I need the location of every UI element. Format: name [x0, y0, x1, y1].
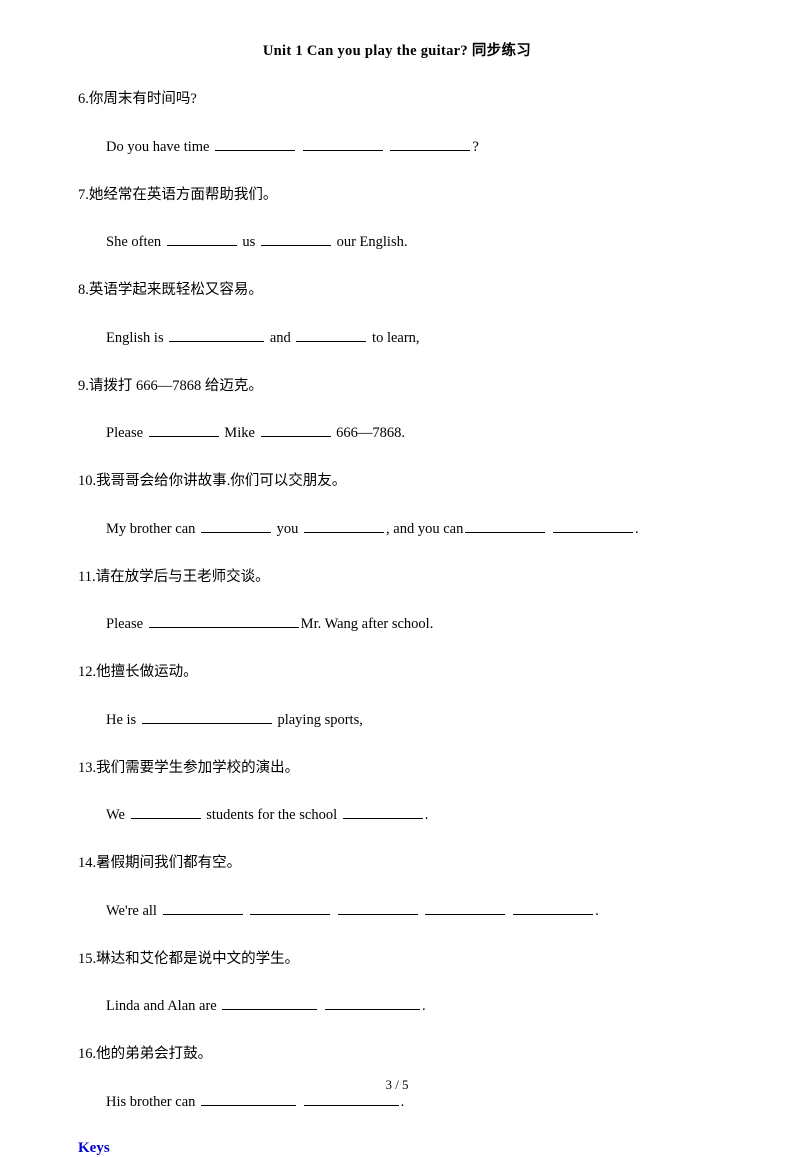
- q10-cn: 10.我哥哥会给你讲故事.你们可以交朋友。: [78, 471, 716, 493]
- text: Mike: [221, 425, 259, 441]
- text: His brother can: [106, 1094, 199, 1110]
- q11-cn: 11.请在放学后与王老师交谈。: [78, 567, 716, 589]
- blank[interactable]: [325, 996, 420, 1010]
- blank[interactable]: [167, 232, 237, 246]
- text: .: [401, 1094, 405, 1110]
- q10-en: My brother can you , and you can .: [106, 519, 716, 541]
- blank[interactable]: [338, 901, 418, 915]
- text: .: [422, 998, 426, 1014]
- q7-en: She often us our English.: [106, 232, 716, 254]
- text: Mr. Wang after school.: [301, 616, 434, 632]
- text: Do you have time: [106, 139, 213, 155]
- q8-en: English is and to learn,: [106, 328, 716, 350]
- q6-en: Do you have time ?: [106, 137, 716, 159]
- q7-cn: 7.她经常在英语方面帮助我们。: [78, 185, 716, 207]
- text: us: [239, 234, 259, 250]
- q14-cn: 14.暑假期间我们都有空。: [78, 853, 716, 875]
- text: .: [635, 521, 639, 537]
- q13-en: We students for the school .: [106, 805, 716, 827]
- blank[interactable]: [215, 137, 295, 151]
- q6-cn: 6.你周末有时间吗?: [78, 89, 716, 111]
- text: Linda and Alan are: [106, 998, 220, 1014]
- q14-en: We're all .: [106, 901, 716, 923]
- blank[interactable]: [142, 710, 272, 724]
- blank[interactable]: [465, 519, 545, 533]
- blank[interactable]: [149, 423, 219, 437]
- blank[interactable]: [390, 137, 470, 151]
- text: .: [425, 807, 429, 823]
- q16-en: His brother can .: [106, 1092, 716, 1114]
- page-number: 3 / 5: [0, 1077, 794, 1093]
- text: and: [266, 330, 294, 346]
- blank[interactable]: [304, 519, 384, 533]
- blank[interactable]: [425, 901, 505, 915]
- blank[interactable]: [553, 519, 633, 533]
- text: He is: [106, 712, 140, 728]
- text: 666—7868.: [333, 425, 406, 441]
- q8-cn: 8.英语学起来既轻松又容易。: [78, 280, 716, 302]
- blank[interactable]: [169, 328, 264, 342]
- text: Please: [106, 616, 147, 632]
- text: students for the school: [203, 807, 341, 823]
- text: our English.: [333, 234, 408, 250]
- text: playing sports,: [274, 712, 363, 728]
- q15-cn: 15.琳达和艾伦都是说中文的学生。: [78, 949, 716, 971]
- blank[interactable]: [296, 328, 366, 342]
- q12-cn: 12.他擅长做运动。: [78, 662, 716, 684]
- blank[interactable]: [163, 901, 243, 915]
- text: ?: [472, 139, 478, 155]
- text: We: [106, 807, 129, 823]
- text: you: [273, 521, 302, 537]
- q16-cn: 16.他的弟弟会打鼓。: [78, 1044, 716, 1066]
- text: My brother can: [106, 521, 199, 537]
- q9-en: Please Mike 666—7868.: [106, 423, 716, 445]
- text: English is: [106, 330, 167, 346]
- page-title: Unit 1 Can you play the guitar? 同步练习: [78, 39, 716, 60]
- blank[interactable]: [261, 423, 331, 437]
- q13-cn: 13.我们需要学生参加学校的演出。: [78, 758, 716, 780]
- text: .: [595, 903, 599, 919]
- q15-en: Linda and Alan are .: [106, 996, 716, 1018]
- blank[interactable]: [343, 805, 423, 819]
- keys-heading: Keys: [78, 1140, 716, 1157]
- blank[interactable]: [261, 232, 331, 246]
- text: Please: [106, 425, 147, 441]
- blank[interactable]: [201, 519, 271, 533]
- blank[interactable]: [304, 1092, 399, 1106]
- q9-cn: 9.请拨打 666—7868 给迈克。: [78, 376, 716, 398]
- text: to learn,: [368, 330, 419, 346]
- blank[interactable]: [201, 1092, 296, 1106]
- blank[interactable]: [222, 996, 317, 1010]
- q11-en: Please Mr. Wang after school.: [106, 614, 716, 636]
- blank[interactable]: [513, 901, 593, 915]
- blank[interactable]: [303, 137, 383, 151]
- blank[interactable]: [250, 901, 330, 915]
- text: , and you can: [386, 521, 463, 537]
- q12-en: He is playing sports,: [106, 710, 716, 732]
- text: We're all: [106, 903, 161, 919]
- text: She often: [106, 234, 165, 250]
- blank[interactable]: [131, 805, 201, 819]
- blank[interactable]: [149, 614, 299, 628]
